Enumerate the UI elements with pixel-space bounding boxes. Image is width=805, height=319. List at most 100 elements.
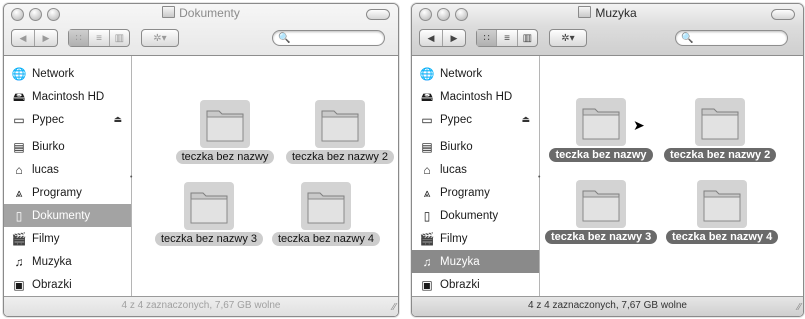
view-mode-buttons: ∷ ≡ ▥ [68,29,130,47]
sidebar-item-macintosh-hd[interactable]: 🖴 Macintosh HD [4,85,131,108]
finder-window-dokumenty[interactable]: Dokumenty ◀ ▶ ∷ ≡ ▥ ✲▾ 🔍 🌐 Network 🖴 Macin… [3,3,399,317]
folder-label[interactable]: teczka bez nazwy 3 [545,230,658,244]
forward-button[interactable]: ▶ [34,30,57,46]
icon-view-area[interactable]: teczka bez nazwy teczka bez nazwy 2 tecz… [135,56,398,297]
folder-item[interactable]: teczka bez nazwy 3 [153,182,265,246]
sidebar-item-label: Biurko [440,140,473,153]
sidebar-item-muzyka[interactable]: ♫ Muzyka [412,250,539,273]
list-view-button[interactable]: ≡ [88,30,108,46]
forward-button[interactable]: ▶ [442,30,465,46]
list-view-button[interactable]: ≡ [496,30,516,46]
status-bar: 4 z 4 zaznaczonych, 7,67 GB wolne ⁄⁄ [412,296,803,316]
sidebar-item-biurko[interactable]: ▤ Biurko [4,135,131,158]
sidebar-item-biurko[interactable]: ▤ Biurko [412,135,539,158]
eject-icon[interactable]: ⏏ [113,114,122,125]
gear-icon: ✲▾ [153,32,167,44]
finder-window-muzyka[interactable]: Muzyka ◀ ▶ ∷ ≡ ▥ ✲▾ 🔍 🌐 Network 🖴 Macintos… [411,3,804,317]
desktop-icon: ▤ [421,139,433,154]
sidebar-item-pypec[interactable]: ▭ Pypec ⏏ [412,108,539,131]
window-titlebar-toolbar: Muzyka ◀ ▶ ∷ ≡ ▥ ✲▾ 🔍 [412,4,803,56]
folder-icon [695,98,745,146]
icon-view-button[interactable]: ∷ [69,30,89,46]
sidebar-item-dokumenty[interactable]: ▯ Dokumenty [412,204,539,227]
removable-disk-icon: ▭ [421,112,433,127]
sidebar-item-macintosh-hd[interactable]: 🖴 Macintosh HD [412,85,539,108]
folder-label[interactable]: teczka bez nazwy 3 [155,232,263,246]
sidebar-item-label: Dokumenty [32,209,91,222]
back-button[interactable]: ◀ [420,30,442,46]
action-menu-button[interactable]: ✲▾ [549,29,587,47]
hard-disk-icon: 🖴 [420,89,434,104]
folder-item[interactable]: teczka bez nazwy 4 [666,180,779,244]
column-view-button[interactable]: ▥ [108,30,129,46]
window-titlebar-toolbar: Dokumenty ◀ ▶ ∷ ≡ ▥ ✲▾ 🔍 [4,4,398,56]
folder-item[interactable]: ➤ teczka bez nazwy [545,98,657,162]
sidebar-item-obrazki[interactable]: ▣ Obrazki [412,273,539,296]
sidebar-item-label: Programy [440,186,490,199]
sidebar-item-label: Network [32,67,75,80]
search-input[interactable]: 🔍 [272,30,385,46]
folder-label[interactable]: teczka bez nazwy 2 [664,148,777,162]
home-icon: ⌂ [15,162,23,177]
toolbar-toggle-button[interactable] [771,9,795,20]
applications-icon: ⩓ [423,185,431,200]
search-input[interactable]: 🔍 [675,30,788,46]
folder-label[interactable]: teczka bez nazwy [175,150,275,164]
icon-view-button[interactable]: ∷ [477,30,497,46]
toolbar-toggle-button[interactable] [366,9,390,20]
sidebar-item-obrazki[interactable]: ▣ Obrazki [4,273,131,296]
sidebar-item-muzyka[interactable]: ♫ Muzyka [4,250,131,273]
eject-icon[interactable]: ⏏ [521,114,530,125]
action-menu-button[interactable]: ✲▾ [141,29,179,47]
folder-item[interactable]: teczka bez nazwy [169,100,281,164]
folder-item[interactable]: teczka bez nazwy 4 [270,182,382,246]
sidebar-item-label: Filmy [440,232,468,245]
resize-grip-icon[interactable]: ⁄⁄ [798,301,801,315]
sidebar-item-label: Obrazki [32,278,72,291]
folder-icon [315,100,365,148]
documents-icon: ▯ [15,208,23,223]
folder-label[interactable]: teczka bez nazwy 4 [666,230,779,244]
mouse-pointer-icon: ➤ [633,117,645,133]
folder-label[interactable]: teczka bez nazwy 4 [272,232,380,246]
sidebar-item-programy[interactable]: ⩓ Programy [4,181,131,204]
folder-icon: ➤ [576,98,645,146]
movies-icon: 🎬 [11,231,27,246]
search-icon: 🔍 [681,32,694,44]
sidebar-item-label: Pypec [32,113,64,126]
status-text: 4 z 4 zaznaczonych, 7,67 GB wolne [121,300,281,311]
music-icon: ♫ [422,254,432,269]
sidebar-item-label: Muzyka [32,255,72,268]
desktop-icon: ▤ [13,139,25,154]
sidebar-item-network[interactable]: 🌐 Network [4,62,131,85]
sidebar-item-label: lucas [32,163,59,176]
back-button[interactable]: ◀ [12,30,34,46]
folder-icon [200,100,250,148]
folder-label[interactable]: teczka bez nazwy 2 [286,150,394,164]
sidebar-item-lucas[interactable]: ⌂ lucas [412,158,539,181]
sidebar-item-filmy[interactable]: 🎬 Filmy [412,227,539,250]
splitter-handle-icon: • [130,174,133,181]
sidebar-item-label: Network [440,67,483,80]
sidebar-item-dokumenty[interactable]: ▯ Dokumenty [4,204,131,227]
window-title: Dokumenty [4,6,398,20]
view-mode-buttons: ∷ ≡ ▥ [476,29,538,47]
folder-item[interactable]: teczka bez nazwy 3 [545,180,658,244]
resize-grip-icon[interactable]: ⁄⁄ [393,301,396,315]
music-icon: ♫ [14,254,24,269]
folder-item[interactable]: teczka bez nazwy 2 [664,98,777,162]
status-text: 4 z 4 zaznaczonych, 7,67 GB wolne [528,300,687,311]
sidebar-item-programy[interactable]: ⩓ Programy [412,181,539,204]
window-title-text: Dokumenty [179,6,240,20]
sidebar-item-network[interactable]: 🌐 Network [412,62,539,85]
hard-disk-icon: 🖴 [12,89,26,104]
folder-item[interactable]: teczka bez nazwy 2 [284,100,396,164]
documents-icon: ▯ [423,208,431,223]
folder-label[interactable]: teczka bez nazwy [549,148,653,162]
column-view-button[interactable]: ▥ [516,30,537,46]
sidebar-item-lucas[interactable]: ⌂ lucas [4,158,131,181]
sidebar-item-filmy[interactable]: 🎬 Filmy [4,227,131,250]
sidebar-item-label: Obrazki [440,278,480,291]
sidebar-item-pypec[interactable]: ▭ Pypec ⏏ [4,108,131,131]
icon-view-area[interactable]: ➤ teczka bez nazwy teczka bez nazwy 2 te… [543,56,803,297]
